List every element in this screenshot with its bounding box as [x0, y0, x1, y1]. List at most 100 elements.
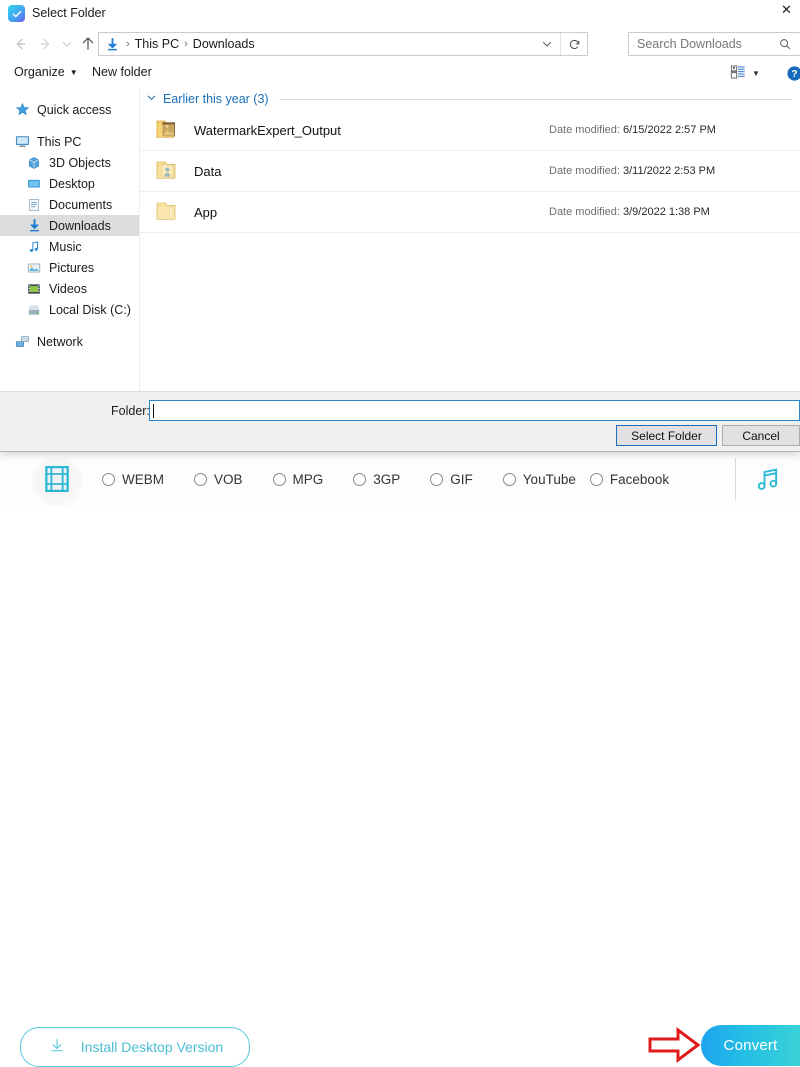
date-modified-label: Date modified: — [549, 206, 620, 218]
table-row[interactable]: WatermarkExpert_Output Date modified: 6/… — [140, 110, 800, 151]
radio-circle-icon[interactable] — [194, 472, 207, 486]
convert-button-label: Convert — [723, 1037, 778, 1054]
sidebar-item-label: Quick access — [37, 102, 112, 117]
dialog-body: Quick access This PC 3D Objects Desktop — [0, 88, 800, 391]
breadcrumb-item-this-pc[interactable]: This PC — [135, 37, 179, 51]
music-note-icon[interactable] — [736, 451, 800, 507]
star-icon — [14, 102, 30, 118]
pictures-icon — [26, 260, 42, 276]
dialog-titlebar: Select Folder ✕ — [0, 0, 800, 28]
close-icon[interactable]: ✕ — [778, 0, 800, 22]
arrow-up-icon[interactable] — [76, 32, 100, 56]
convert-button[interactable]: Convert — [701, 1025, 800, 1066]
chevron-down-icon: ▼ — [69, 68, 78, 77]
breadcrumb-chevron-down-icon[interactable] — [541, 33, 553, 55]
breadcrumb[interactable]: › This PC › Downloads — [98, 32, 588, 56]
sidebar-item-desktop[interactable]: Desktop — [0, 173, 139, 194]
radio-circle-icon[interactable] — [502, 472, 516, 486]
sidebar-item-videos[interactable]: Videos — [0, 278, 139, 299]
chevron-down-icon[interactable] — [146, 92, 157, 106]
format-label: VOB — [214, 471, 243, 487]
chevron-down-icon[interactable]: ▼ — [752, 69, 760, 78]
format-radio-webm[interactable]: WEBM — [102, 472, 164, 487]
file-date: Date modified: 3/9/2022 1:38 PM — [549, 206, 710, 218]
sidebar-item-network[interactable]: Network — [0, 331, 139, 352]
svg-text:?: ? — [791, 69, 797, 80]
file-name: WatermarkExpert_Output — [194, 122, 341, 138]
format-radio-youtube[interactable]: YouTube — [502, 471, 576, 487]
sidebar-item-3d-objects[interactable]: 3D Objects — [0, 152, 139, 173]
file-date: Date modified: 6/15/2022 2:57 PM — [549, 124, 716, 136]
page-action-bar: Install Desktop Version Convert — [0, 506, 800, 1067]
folder-icon — [156, 199, 182, 225]
downloads-icon — [103, 36, 121, 52]
dialog-toolbar: Organize ▼ New folder ▼ ? — [0, 60, 800, 89]
sidebar-item-local-disk-c[interactable]: Local Disk (C:) — [0, 299, 139, 320]
sidebar-item-downloads[interactable]: Downloads — [0, 215, 139, 236]
breadcrumb-separator: › — [184, 38, 188, 50]
format-radio-group: WEBM VOB MPG 3GP GIF YouTube Facebook — [88, 472, 729, 487]
folder-input[interactable] — [149, 400, 800, 421]
videos-icon — [26, 281, 42, 297]
radio-circle-icon[interactable] — [353, 472, 367, 486]
search-input[interactable]: Search Downloads — [628, 32, 800, 56]
radio-circle-icon[interactable] — [272, 472, 286, 486]
folder-thumbnail-icon — [156, 117, 182, 143]
disk-icon — [26, 302, 42, 318]
sidebar-item-label: Local Disk (C:) — [49, 302, 131, 317]
format-radio-mpg[interactable]: MPG — [272, 471, 324, 487]
date-modified-value: 3/11/2022 2:53 PM — [623, 165, 716, 177]
sidebar-item-label: 3D Objects — [49, 155, 111, 170]
sidebar-item-quick-access[interactable]: Quick access — [0, 99, 139, 120]
format-label: Facebook — [609, 471, 670, 487]
organize-button[interactable]: Organize ▼ — [14, 65, 78, 79]
select-folder-button[interactable]: Select Folder — [616, 425, 717, 446]
sidebar-item-label: Network — [37, 334, 83, 349]
format-radio-3gp[interactable]: 3GP — [353, 472, 400, 487]
sidebar-item-music[interactable]: Music — [0, 236, 139, 257]
file-date: Date modified: 3/11/2022 2:53 PM — [549, 165, 715, 177]
sidebar-item-label: Videos — [49, 281, 87, 296]
navigation-sidebar: Quick access This PC 3D Objects Desktop — [0, 88, 140, 391]
monitor-icon — [14, 134, 30, 150]
chevron-down-icon[interactable] — [58, 32, 76, 56]
radio-circle-icon[interactable] — [430, 472, 444, 486]
view-layout-button[interactable]: ▼ — [730, 64, 760, 83]
format-label: YouTube — [522, 471, 576, 487]
app-check-icon — [8, 5, 25, 22]
format-radio-vob[interactable]: VOB — [194, 472, 243, 487]
install-desktop-version-label: Install Desktop Version — [80, 1039, 224, 1055]
search-placeholder: Search Downloads — [637, 37, 742, 51]
search-icon[interactable] — [778, 37, 792, 54]
format-label: 3GP — [373, 471, 401, 487]
file-list: Earlier this year (3) WatermarkExpert_Ou… — [140, 88, 800, 391]
sidebar-item-documents[interactable]: Documents — [0, 194, 139, 215]
new-folder-button[interactable]: New folder — [92, 65, 152, 79]
date-modified-label: Date modified: — [549, 124, 620, 136]
install-desktop-version-button[interactable]: Install Desktop Version — [20, 1027, 250, 1067]
format-radio-facebook[interactable]: Facebook — [589, 471, 670, 487]
arrow-right-icon[interactable] — [34, 32, 58, 56]
date-modified-value: 3/9/2022 1:38 PM — [623, 206, 710, 218]
cancel-button[interactable]: Cancel — [722, 425, 800, 446]
table-row[interactable]: App Date modified: 3/9/2022 1:38 PM — [140, 192, 800, 233]
dialog-title: Select Folder — [32, 6, 106, 20]
view-layout-icon — [730, 64, 746, 83]
refresh-icon[interactable] — [560, 33, 587, 55]
downloads-icon — [26, 218, 42, 234]
film-strip-icon — [26, 451, 88, 507]
radio-circle-icon[interactable] — [589, 472, 603, 486]
radio-circle-icon[interactable] — [102, 472, 115, 486]
format-label: MPG — [292, 471, 324, 487]
sidebar-item-pictures[interactable]: Pictures — [0, 257, 139, 278]
sidebar-item-this-pc[interactable]: This PC — [0, 131, 139, 152]
help-icon[interactable]: ? — [786, 65, 800, 85]
sidebar-item-label: Documents — [49, 197, 113, 212]
format-radio-gif[interactable]: GIF — [430, 472, 473, 487]
breadcrumb-item-downloads[interactable]: Downloads — [193, 37, 255, 51]
arrow-left-icon[interactable] — [8, 32, 32, 56]
table-row[interactable]: Data Date modified: 3/11/2022 2:53 PM — [140, 151, 800, 192]
download-icon — [47, 1036, 67, 1059]
file-group-header[interactable]: Earlier this year (3) — [140, 88, 800, 110]
date-modified-value: 6/15/2022 2:57 PM — [623, 124, 716, 136]
